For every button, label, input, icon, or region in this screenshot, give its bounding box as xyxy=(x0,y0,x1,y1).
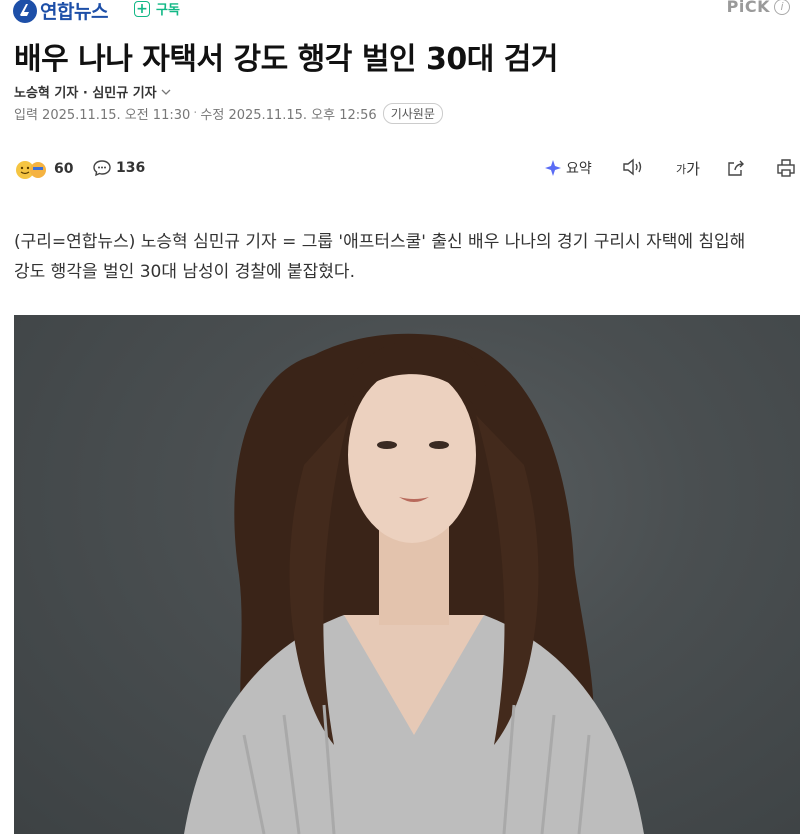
date-separator: · xyxy=(193,106,198,121)
summary-button[interactable]: 요약 xyxy=(544,158,592,178)
share-button[interactable] xyxy=(726,158,746,178)
article-photo xyxy=(14,315,800,834)
summary-sparkle-icon xyxy=(545,160,561,176)
reaction-emoji-icon xyxy=(16,161,46,179)
font-size-icon-large: 가 xyxy=(686,160,700,178)
article-toolbar: 60 136 요약 가가 xyxy=(14,156,796,184)
speaker-icon xyxy=(623,158,642,176)
pick-label: PiCK xyxy=(726,0,770,16)
byline[interactable]: 노승혁 기자 · 심민규 기자 xyxy=(14,82,172,101)
comment-icon xyxy=(93,160,111,177)
listen-button[interactable] xyxy=(622,158,644,176)
info-icon[interactable]: i xyxy=(774,0,790,15)
article-lead: (구리=연합뉴스) 노승혁 심민규 기자 = 그룹 '애프터스쿨' 출신 배우 … xyxy=(14,227,800,287)
press-logo[interactable]: 연합뉴스 xyxy=(12,0,108,24)
lead-line-1: (구리=연합뉴스) 노승혁 심민규 기자 = 그룹 '애프터스쿨' 출신 배우 … xyxy=(14,232,746,252)
byline-text: 노승혁 기자 · 심민규 기자 xyxy=(14,86,157,101)
chevron-down-icon xyxy=(161,89,171,95)
top-bar: 연합뉴스 + 구독 PiCK i xyxy=(0,0,800,26)
print-button[interactable] xyxy=(776,158,796,178)
article-dates: 입력 2025.11.15. 오전 11:30 · 수정 2025.11.15.… xyxy=(14,103,443,124)
page-title: 배우 나나 자택서 강도 행각 벌인 30대 검거 xyxy=(14,42,558,77)
print-icon xyxy=(777,159,795,177)
subscribe-button[interactable]: + 구독 xyxy=(134,0,180,18)
reaction-count: 60 xyxy=(54,161,74,177)
reaction-button[interactable]: 60 xyxy=(14,158,73,180)
plus-icon: + xyxy=(134,0,150,17)
comment-count: 136 xyxy=(116,160,146,176)
original-article-button[interactable]: 기사원문 xyxy=(382,103,443,124)
portrait-illustration xyxy=(184,333,644,834)
pick-badge[interactable]: PiCK i xyxy=(727,0,790,16)
font-size-icon: 가 xyxy=(676,162,687,176)
subscribe-label: 구독 xyxy=(156,3,180,18)
modified-date: 수정 2025.11.15. 오후 12:56 xyxy=(200,108,377,123)
lead-line-2: 강도 행각을 벌인 30대 남성이 경찰에 붙잡혔다. xyxy=(14,262,355,282)
summary-label: 요약 xyxy=(566,161,592,177)
comment-button[interactable]: 136 xyxy=(92,158,145,178)
font-size-button[interactable]: 가가 xyxy=(676,158,700,179)
share-icon xyxy=(728,160,744,176)
published-date: 입력 2025.11.15. 오전 11:30 xyxy=(14,108,191,123)
yonhap-logo-icon xyxy=(13,0,37,23)
press-name: 연합뉴스 xyxy=(40,1,108,23)
